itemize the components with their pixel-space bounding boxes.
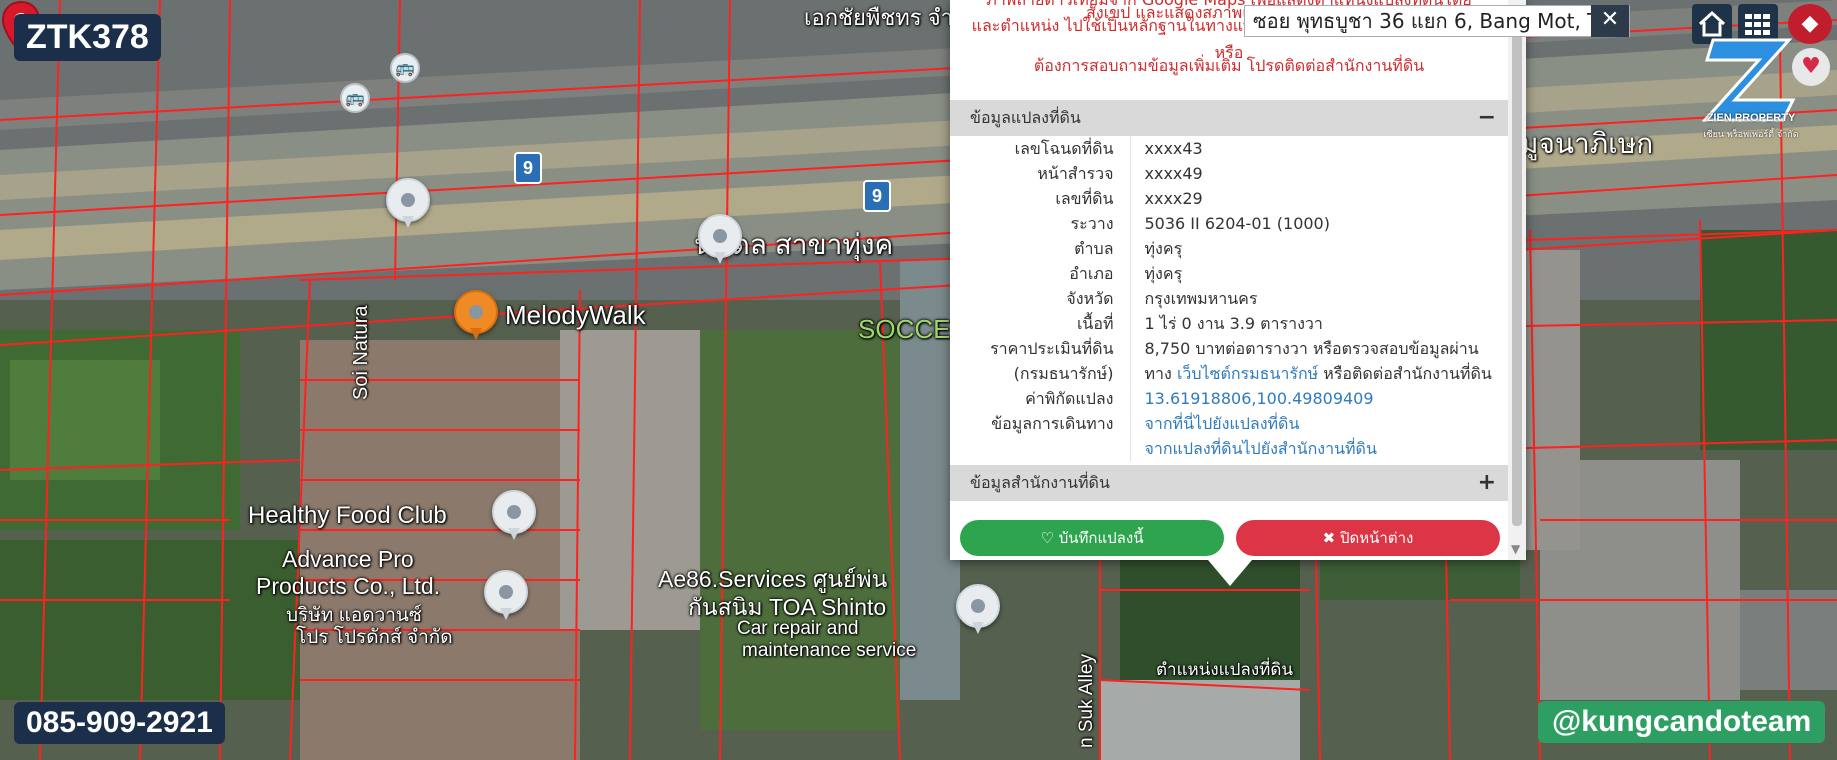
label-ae86-3: Car repair and — [737, 618, 859, 639]
poi-marker[interactable] — [492, 490, 536, 542]
row-value: xxxx49 — [1144, 164, 1203, 183]
row-label: ระวาง — [950, 211, 1131, 236]
scrollbar-thumb[interactable] — [1512, 8, 1522, 526]
logo-name: ZIEN PROPERTY — [1706, 112, 1796, 124]
road-shield-9: 9 — [514, 152, 542, 184]
row-label: เนื้อที่ — [950, 311, 1131, 336]
section-office-header[interactable]: ข้อมูลสำนักงานที่ดิน + — [950, 465, 1508, 501]
label-soi-natura: Soi Natura — [350, 305, 372, 401]
table-row: ราคาประเมินที่ดิน 8,750 บาทต่อตารางวา หรื… — [950, 336, 1508, 361]
row-value: 1 ไร่ 0 งาน 3.9 ตารางวา — [1144, 314, 1323, 333]
row-label: จังหวัด — [950, 286, 1131, 311]
save-parcel-button[interactable]: ♡ บันทึกแปลงนี้ — [960, 520, 1224, 556]
table-row: ค่าพิกัดแปลง 13.61918806,100.49809409 — [950, 386, 1508, 411]
listing-id-badge: ZTK378 — [14, 14, 161, 61]
road-shield-9: 9 — [863, 180, 891, 212]
poi-marker[interactable] — [484, 570, 528, 622]
row-label: หน้าสำรวจ — [950, 161, 1131, 186]
table-row: เนื้อที่ 1 ไร่ 0 งาน 3.9 ตารางวา — [950, 311, 1508, 336]
table-row: (กรมธนารักษ์) ทาง เว็บไซต์กรมธนารักษ์ หร… — [950, 361, 1508, 386]
table-row: เลขโฉนดที่ดิน xxxx43 — [950, 136, 1508, 161]
label-healthy-food: Healthy Food Club — [248, 502, 447, 529]
label-ae86-4: maintenance service — [742, 640, 917, 661]
poi-marker[interactable] — [956, 584, 1000, 636]
row-value: xxxx29 — [1144, 189, 1203, 208]
table-row: จากแปลงที่ดินไปยังสำนักงานที่ดิน — [950, 436, 1508, 461]
collapse-icon[interactable]: − — [1478, 100, 1496, 136]
label-advance-pro-2: Products Co., Ltd. — [256, 573, 441, 599]
row-value: xxxx43 — [1144, 139, 1203, 158]
row-label: อำเภอ — [950, 261, 1131, 286]
route-to-parcel-link[interactable]: จากที่นี่ไปยังแปลงที่ดิน — [1145, 414, 1300, 433]
label-ratchaphisek: มูจนาภิเษก — [1520, 128, 1654, 159]
parcel-info-table: เลขโฉนดที่ดิน xxxx43 หน้าสำรวจ xxxx49 เลขที่… — [950, 136, 1508, 461]
table-row: เลขที่ดิน xxxx29 — [950, 186, 1508, 211]
row-value: 8,750 บาทต่อตารางวา หรือตรวจสอบข้อมูลผ่า… — [1144, 339, 1479, 358]
row-label: ราคาประเมินที่ดิน — [950, 336, 1131, 361]
parcel-info-panel: ภาพถ่ายดาวเทียมจาก Google Maps เพื่อแสดง… — [950, 0, 1526, 560]
panel-scrollbar[interactable]: ▼ — [1508, 0, 1526, 560]
line-handle-badge: @kungcandoteam — [1538, 701, 1826, 743]
table-row: อำเภอ ทุ่งครุ — [950, 261, 1508, 286]
row-label: เลขที่ดิน — [950, 186, 1131, 211]
logo-tagline: เซียน พร็อพเพอร์ตี้ จำกัด — [1703, 130, 1799, 140]
section-parcel-header[interactable]: ข้อมูลแปลงที่ดิน − — [950, 100, 1508, 136]
bus-stop-icon[interactable]: 🚌 — [340, 83, 370, 113]
row-label: ตำบล — [950, 236, 1131, 261]
map-imagery — [0, 0, 1837, 760]
address-text: ซอย พุทธบูชา 36 แยก 6, Bang Mot, Thung — [1253, 9, 1591, 33]
expand-icon[interactable]: + — [1478, 465, 1496, 501]
treasury-link[interactable]: เว็บไซต์กรมธนารักษ์ — [1177, 364, 1318, 383]
table-row: ตำบล ทุ่งครุ — [950, 236, 1508, 261]
coordinate-link[interactable]: 13.61918806,100.49809409 — [1145, 389, 1374, 408]
pin-label: ตำแหน่งแปลงที่ดิน — [1156, 660, 1294, 679]
label-suk-alley: n Suk Alley — [1076, 654, 1097, 748]
table-row: ข้อมูลการเดินทาง จากที่นี่ไปยังแปลงที่ดิ… — [950, 411, 1508, 436]
poi-marker[interactable] — [386, 178, 430, 230]
row-label: เลขโฉนดที่ดิน — [950, 136, 1131, 161]
panel-content[interactable]: ภาพถ่ายดาวเทียมจาก Google Maps เพื่อแสดง… — [950, 0, 1508, 560]
bus-stop-icon[interactable]: 🚌 — [390, 53, 420, 83]
row-value: 5036 II 6204-01 (1000) — [1144, 214, 1330, 233]
label-melody-walk: MelodyWalk — [505, 300, 646, 330]
address-bar[interactable]: ซอย พุทธบูชา 36 แยก 6, Bang Mot, Thung ✕ — [1244, 5, 1630, 37]
row-value: ทุ่งครุ — [1144, 264, 1183, 283]
label-soccer: SOCCE — [858, 314, 951, 344]
panel-pointer — [1208, 560, 1252, 586]
route-to-office-link[interactable]: จากแปลงที่ดินไปยังสำนักงานที่ดิน — [1145, 439, 1377, 458]
row-value: ทุ่งครุ — [1144, 239, 1183, 258]
scroll-down-arrow-icon[interactable]: ▼ — [1511, 542, 1520, 556]
restaurant-marker[interactable] — [454, 290, 498, 342]
table-row: ระวาง 5036 II 6204-01 (1000) — [950, 211, 1508, 236]
satellite-map[interactable]: เอกชัยพืชทร จำกัด นภดล สาขาทุ่งค SOCCE ม… — [0, 0, 1837, 760]
table-row: จังหวัด กรุงเทพมหานคร — [950, 286, 1508, 311]
close-window-button[interactable]: ✖ ปิดหน้าต่าง — [1236, 520, 1500, 556]
table-row: หน้าสำรวจ xxxx49 — [950, 161, 1508, 186]
close-icon[interactable]: ✕ — [1591, 5, 1629, 37]
row-value: กรุงเทพมหานคร — [1144, 289, 1258, 308]
label-advance-pro-4: โปร โปรดักส์ จำกัด — [296, 627, 453, 648]
poi-marker[interactable] — [698, 214, 742, 266]
phone-badge: 085-909-2921 — [14, 702, 225, 744]
label-advance-pro-1: Advance Pro — [282, 546, 414, 572]
